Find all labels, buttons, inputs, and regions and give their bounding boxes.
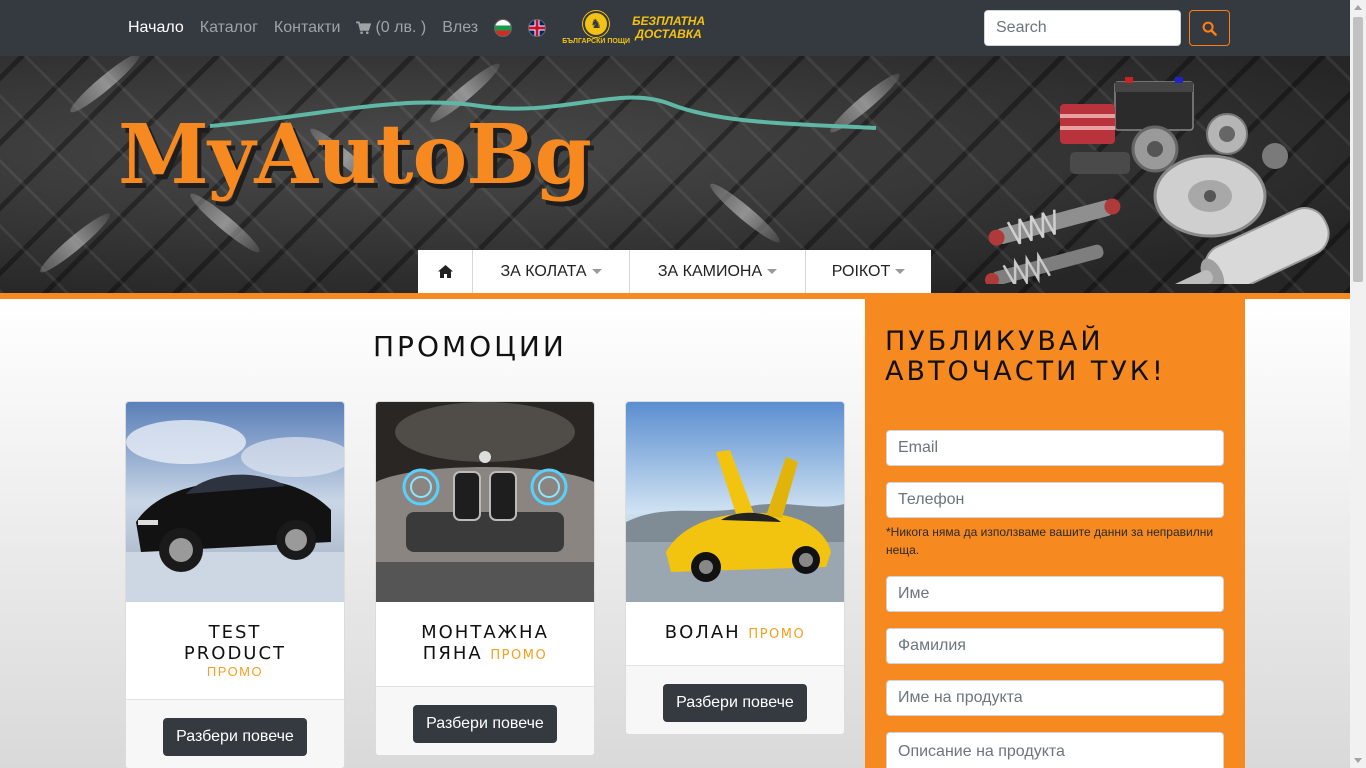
product-image[interactable] [376,402,594,602]
flag-bg-icon[interactable] [494,19,513,37]
publish-title-line2: АВТОЧАСТИ ТУК! [885,356,1166,387]
phone-field[interactable] [886,482,1224,518]
bulgarian-post-logo: ♞ БЪЛГАРСКИ ПОЩИ [562,11,630,45]
product-image[interactable] [626,402,844,602]
cart-total: (0 лв. ) [375,19,427,36]
category-menu: ЗА КОЛАТА ЗА КАМИОНА РОІКОТ [418,250,931,293]
cart-link[interactable]: (0 лв. ) [356,19,426,37]
home-icon [437,265,453,278]
nav-link-home[interactable]: Начало [128,19,184,37]
caret-down-icon [895,269,906,274]
product-title-line2-text: ПЯНА [422,643,483,664]
search-button[interactable] [1189,10,1230,46]
card-footer: Разбери повече [126,699,344,768]
product-title-line1: TEST [208,622,262,643]
page-scrollbar[interactable] [1350,0,1366,768]
menu-other-label: РОІКОТ [831,262,891,280]
search-input[interactable] [984,10,1181,46]
publish-title-line1: ПУБЛИКУВАЙ [885,326,1104,357]
product-title-line2: PRODUCT [183,643,287,664]
product-description-field[interactable] [886,732,1224,768]
top-navbar: Начало Каталог Контакти (0 лв. ) Влез ♞ … [0,0,1350,56]
post-logo-text: БЪЛГАРСКИ ПОЩИ [562,38,630,45]
nav-links: Начало Каталог Контакти (0 лв. ) Влез ♞ … [128,0,705,56]
product-card: ВОЛАН ПРОМО Разбери повече [625,401,845,735]
black-mustang-image [126,402,344,602]
publish-parts-form: ПУБЛИКУВАЙ АВТОЧАСТИ ТУК! *Никога няма д… [865,299,1245,768]
caret-down-icon [767,269,778,274]
product-name-field[interactable] [886,680,1224,716]
free-delivery-line2: ДОСТАВКА [635,27,702,41]
mclaren-image [626,402,844,602]
free-delivery-banner: ♞ БЪЛГАРСКИ ПОЩИ БЕЗПЛАТНА ДОСТАВКА [562,11,705,45]
scroll-up-arrow-icon[interactable] [1354,5,1362,10]
card-body: ВОЛАН ПРОМО [626,602,844,645]
product-title-line2: ПЯНА ПРОМО [386,643,584,666]
menu-for-truck-label: ЗА КАМИОНА [657,262,763,280]
product-title-line1: МОНТАЖНА [421,622,549,643]
email-field[interactable] [886,430,1224,466]
learn-more-button[interactable]: Разбери повече [663,684,807,722]
diamond-plate-ridge [36,208,114,278]
scroll-thumb[interactable] [1353,17,1363,282]
promo-badge: ПРОМО [206,664,264,679]
menu-other[interactable]: РОІКОТ [806,250,931,293]
card-footer: Разбери повече [376,686,594,755]
cart-icon [356,21,372,34]
product-card: TEST PRODUCT ПРОМО Разбери повече [125,401,345,768]
site-logo[interactable]: MyAutoBg [118,114,592,196]
first-name-field[interactable] [886,576,1224,612]
menu-for-truck[interactable]: ЗА КАМИОНА [630,250,806,293]
flag-en-icon[interactable] [528,19,547,37]
promotions-title: ПРОМОЦИИ [373,330,567,363]
nav-link-contacts[interactable]: Контакти [274,19,341,37]
menu-home[interactable] [418,250,473,293]
caret-down-icon [591,269,602,274]
product-title-line1: ВОЛАН ПРОМО [636,622,834,645]
post-lion-icon: ♞ [583,11,610,37]
hero-banner: MyAutoBg ЗА КОЛАТА ЗА КАМИОНА РОІКОТ [0,56,1350,293]
free-delivery-text: БЕЗПЛАТНА ДОСТАВКА [632,15,705,41]
search-icon [1202,21,1217,36]
product-card: МОНТАЖНА ПЯНА ПРОМО Разбери повече [375,401,595,756]
product-title-text: ВОЛАН [664,622,741,643]
menu-for-car[interactable]: ЗА КОЛАТА [473,250,630,293]
publish-title: ПУБЛИКУВАЙ АВТОЧАСТИ ТУК! [885,327,1166,387]
last-name-field[interactable] [886,628,1224,664]
card-body: МОНТАЖНА ПЯНА ПРОМО [376,602,594,666]
auto-parts-illustration [984,77,1330,284]
menu-for-car-label: ЗА КОЛАТА [500,262,587,280]
search-form [984,10,1230,46]
diamond-plate-ridge [706,178,784,248]
learn-more-button[interactable]: Разбери повече [413,705,557,743]
scroll-down-arrow-icon[interactable] [1354,758,1362,763]
learn-more-button[interactable]: Разбери повече [163,718,307,756]
card-footer: Разбери повече [626,665,844,734]
bmw-front-image [376,402,594,602]
nav-link-catalog[interactable]: Каталог [200,19,258,37]
privacy-note: *Никога няма да използваме вашите данни … [886,525,1214,557]
login-link[interactable]: Влез [442,19,478,37]
product-image[interactable] [126,402,344,602]
promo-badge: ПРОМО [490,648,548,663]
card-body: TEST PRODUCT ПРОМО [126,602,344,679]
promo-badge: ПРОМО [748,627,806,642]
